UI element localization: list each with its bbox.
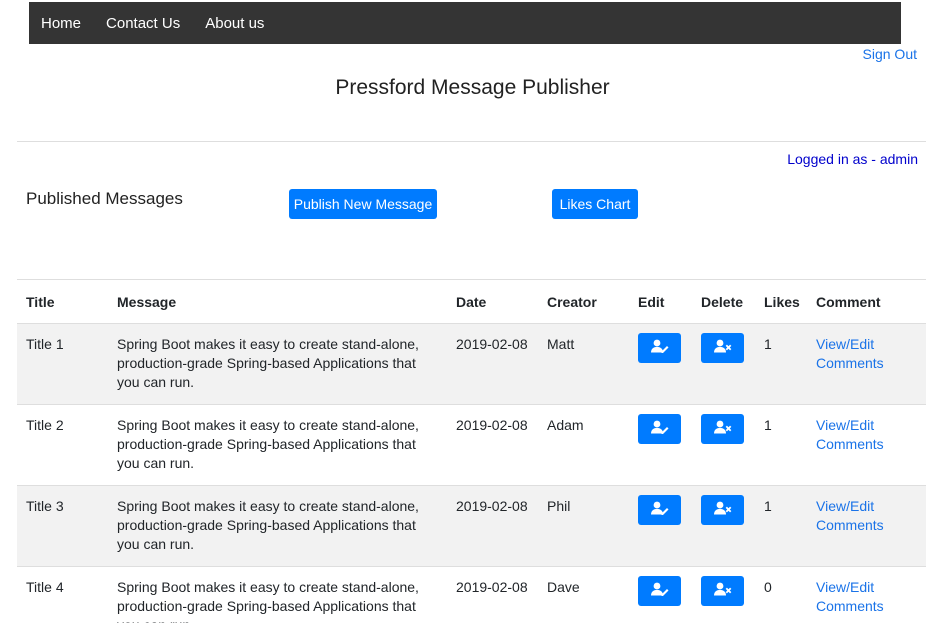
cell-creator: Dave <box>538 566 629 623</box>
edit-button[interactable] <box>638 414 681 444</box>
cell-likes: 1 <box>755 404 807 486</box>
cell-likes: 1 <box>755 323 807 405</box>
sign-out-link[interactable]: Sign Out <box>863 46 917 62</box>
user-edit-icon <box>650 420 669 439</box>
page-title: Pressford Message Publisher <box>335 76 610 99</box>
cell-edit <box>629 404 692 486</box>
user-edit-icon <box>650 582 669 601</box>
cell-edit <box>629 485 692 567</box>
cell-edit <box>629 323 692 405</box>
header-edit: Edit <box>629 279 692 324</box>
delete-button[interactable] <box>701 333 744 363</box>
cell-title: Title 4 <box>17 566 108 623</box>
user-delete-icon <box>713 339 732 358</box>
header-creator: Creator <box>538 279 629 324</box>
cell-likes: 0 <box>755 566 807 623</box>
nav-about-us[interactable]: About us <box>205 15 264 32</box>
table-row: Title 3 Spring Boot makes it easy to crea… <box>17 485 926 567</box>
cell-message: Spring Boot makes it easy to create stan… <box>108 404 447 486</box>
cell-delete <box>692 566 755 623</box>
edit-button[interactable] <box>638 495 681 525</box>
view-edit-comments-link[interactable]: View/Edit Comments <box>816 336 884 371</box>
view-edit-comments-link[interactable]: View/Edit Comments <box>816 417 884 452</box>
section-title: Published Messages <box>26 189 183 208</box>
cell-delete <box>692 485 755 567</box>
publish-new-message-button[interactable]: Publish New Message <box>289 189 437 219</box>
cell-comment: View/Edit Comments <box>807 323 926 405</box>
cell-creator: Phil <box>538 485 629 567</box>
user-edit-icon <box>650 501 669 520</box>
cell-date: 2019-02-08 <box>447 323 538 405</box>
table-row: Title 4 Spring Boot makes it easy to crea… <box>17 566 926 623</box>
edit-button[interactable] <box>638 333 681 363</box>
header-delete: Delete <box>692 279 755 324</box>
header-title: Title <box>17 279 108 324</box>
view-edit-comments-link[interactable]: View/Edit Comments <box>816 498 884 533</box>
nav-contact-us[interactable]: Contact Us <box>106 15 180 32</box>
edit-button[interactable] <box>638 576 681 606</box>
table-header-row: Title Message Date Creator Edit Delete L… <box>17 279 926 324</box>
header-likes: Likes <box>755 279 807 324</box>
likes-chart-button[interactable]: Likes Chart <box>552 189 638 219</box>
user-delete-icon <box>713 420 732 439</box>
user-delete-icon <box>713 501 732 520</box>
table-row: Title 2 Spring Boot makes it easy to crea… <box>17 404 926 486</box>
cell-title: Title 1 <box>17 323 108 405</box>
table-row: Title 1 Spring Boot makes it easy to crea… <box>17 323 926 405</box>
cell-delete <box>692 323 755 405</box>
header-date: Date <box>447 279 538 324</box>
cell-creator: Adam <box>538 404 629 486</box>
cell-date: 2019-02-08 <box>447 566 538 623</box>
cell-message: Spring Boot makes it easy to create stan… <box>108 485 447 567</box>
cell-date: 2019-02-08 <box>447 485 538 567</box>
messages-table: Title Message Date Creator Edit Delete L… <box>17 279 926 623</box>
cell-comment: View/Edit Comments <box>807 485 926 567</box>
cell-likes: 1 <box>755 485 807 567</box>
cell-date: 2019-02-08 <box>447 404 538 486</box>
view-edit-comments-link[interactable]: View/Edit Comments <box>816 579 884 614</box>
divider <box>17 141 926 142</box>
user-delete-icon <box>713 582 732 601</box>
nav-home[interactable]: Home <box>41 15 81 32</box>
cell-delete <box>692 404 755 486</box>
cell-message: Spring Boot makes it easy to create stan… <box>108 323 447 405</box>
navbar: Home Contact Us About us <box>29 2 901 44</box>
delete-button[interactable] <box>701 495 744 525</box>
logged-in-status: Logged in as - admin <box>787 151 918 167</box>
cell-message: Spring Boot makes it easy to create stan… <box>108 566 447 623</box>
cell-comment: View/Edit Comments <box>807 566 926 623</box>
cell-comment: View/Edit Comments <box>807 404 926 486</box>
user-edit-icon <box>650 339 669 358</box>
cell-edit <box>629 566 692 623</box>
delete-button[interactable] <box>701 414 744 444</box>
cell-creator: Matt <box>538 323 629 405</box>
cell-title: Title 3 <box>17 485 108 567</box>
header-message: Message <box>108 279 447 324</box>
header-comment: Comment <box>807 279 926 324</box>
delete-button[interactable] <box>701 576 744 606</box>
cell-title: Title 2 <box>17 404 108 486</box>
